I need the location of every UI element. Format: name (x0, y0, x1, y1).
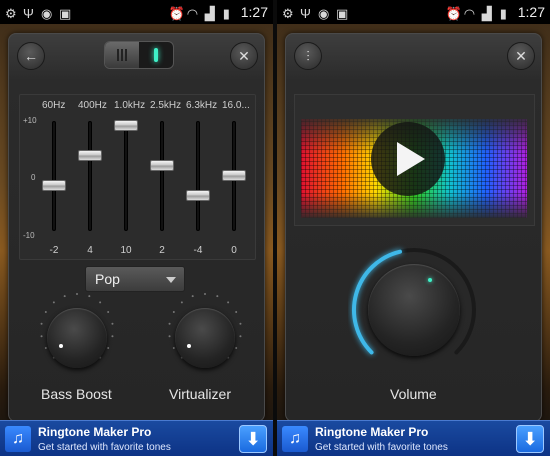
scale-mid: 0 (31, 173, 36, 182)
preset-select[interactable]: Pop (85, 266, 185, 292)
status-bar: ⚙ Ψ ◉ ▣ ⏰ ◠ ▟ ▮ 1:27 (277, 0, 550, 24)
download-button[interactable]: ⬇ (516, 425, 544, 453)
band-frequency: 2.5kHz (150, 100, 182, 111)
band-gain-value: -2 (49, 245, 59, 256)
close-button[interactable]: ✕ (230, 42, 258, 70)
band-slider-track[interactable] (52, 121, 56, 231)
virtualizer-knob[interactable] (175, 308, 235, 368)
sliders-icon: ⫶ (306, 47, 310, 64)
band-gain-value: 0 (231, 245, 237, 256)
arrow-left-icon: ← (24, 48, 38, 64)
knob-indicator (59, 344, 63, 348)
band-frequency: 400Hz (78, 100, 107, 111)
right-screen: ⚙ Ψ ◉ ▣ ⏰ ◠ ▟ ▮ 1:27 ⫶ ✕ Volume ♫ Ringto… (277, 0, 550, 456)
band-gain-value: -4 (193, 245, 203, 256)
band-gain-value: 10 (120, 245, 132, 256)
band-slider-track[interactable] (196, 121, 200, 231)
signal-icon: ▟ (204, 6, 215, 21)
usb-icon: Ψ (23, 6, 34, 21)
band-slider-track[interactable] (88, 121, 92, 231)
wifi-icon: ◠ (186, 6, 199, 21)
bass-boost-knob[interactable] (47, 308, 107, 368)
band-slider-track[interactable] (124, 121, 128, 231)
band-slider-handle[interactable] (78, 150, 102, 161)
band-slider-handle[interactable] (114, 120, 138, 131)
power-toggle[interactable] (104, 41, 174, 69)
equalizer-panel: ← ✕ +10 0 -10 60Hz -2 400Hz 4 1.0kHz 10 2.5kHz… (8, 33, 265, 422)
music-note-icon: ♫ (282, 426, 308, 452)
knob-indicator (187, 344, 191, 348)
alarm-icon: ⏰ (168, 6, 185, 21)
volume-label: Volume (390, 386, 437, 402)
close-button[interactable]: ✕ (507, 42, 535, 70)
clock: 1:27 (240, 4, 268, 20)
virtualizer-label: Virtualizer (169, 386, 231, 402)
settings-icon: ⚙ (282, 6, 294, 21)
clock: 1:27 (517, 4, 545, 20)
band-slider-handle[interactable] (42, 180, 66, 191)
media-icon: ◉ (41, 6, 53, 21)
ad-subtitle: Get started with favorite tones (315, 442, 448, 453)
ad-title: Ringtone Maker Pro (38, 425, 152, 439)
band-slider-handle[interactable] (222, 170, 246, 181)
download-icon: ⬇ (522, 428, 538, 449)
ad-subtitle: Get started with favorite tones (38, 442, 171, 453)
band-frequency: 60Hz (42, 100, 66, 111)
band-gain-value: 2 (159, 245, 165, 256)
player-panel: ⫶ ✕ Volume (285, 33, 542, 422)
music-note-icon: ♫ (5, 426, 31, 452)
back-button[interactable]: ← (17, 42, 45, 70)
band-gain-value: 4 (87, 245, 93, 256)
settings-icon: ⚙ (5, 6, 17, 21)
scale-top: +10 (23, 116, 37, 125)
battery-icon: ▮ (222, 6, 230, 21)
ad-banner[interactable]: ♫ Ringtone Maker Pro Get started with fa… (277, 420, 550, 456)
play-icon (397, 142, 425, 176)
scale-bottom: -10 (23, 231, 35, 240)
band-frequency: 1.0kHz (114, 100, 146, 111)
band-frequency: 6.3kHz (186, 100, 218, 111)
usb-icon: Ψ (300, 6, 311, 21)
knob-indicator (428, 278, 432, 282)
preset-value: Pop (95, 271, 120, 287)
media-icon: ◉ (318, 6, 330, 21)
ad-title: Ringtone Maker Pro (315, 425, 429, 439)
volume-knob[interactable] (368, 264, 460, 356)
signal-icon: ▟ (481, 6, 492, 21)
close-icon: ✕ (238, 47, 250, 64)
wifi-icon: ◠ (463, 6, 476, 21)
android-icon: ▣ (59, 6, 72, 21)
band-slider-handle[interactable] (186, 190, 210, 201)
download-button[interactable]: ⬇ (239, 425, 267, 453)
band-slider-track[interactable] (160, 121, 164, 231)
power-led (154, 48, 158, 62)
ad-banner[interactable]: ♫ Ringtone Maker Pro Get started with fa… (0, 420, 273, 456)
equalizer-button[interactable]: ⫶ (294, 42, 322, 70)
battery-icon: ▮ (499, 6, 507, 21)
equalizer-bands: +10 0 -10 60Hz -2 400Hz 4 1.0kHz 10 2.5kHz 2 6.3… (19, 94, 256, 260)
alarm-icon: ⏰ (445, 6, 462, 21)
android-icon: ▣ (336, 6, 349, 21)
chevron-down-icon (166, 277, 176, 283)
band-frequency: 16.0... (222, 100, 250, 111)
play-button[interactable] (371, 122, 445, 196)
left-screen: ⚙ Ψ ◉ ▣ ⏰ ◠ ▟ ▮ 1:27 ← ✕ +10 0 -10 60Hz … (0, 0, 273, 456)
download-icon: ⬇ (245, 428, 261, 449)
status-bar: ⚙ Ψ ◉ ▣ ⏰ ◠ ▟ ▮ 1:27 (0, 0, 273, 24)
close-icon: ✕ (515, 47, 527, 64)
bass-boost-label: Bass Boost (41, 386, 112, 402)
band-slider-handle[interactable] (150, 160, 174, 171)
